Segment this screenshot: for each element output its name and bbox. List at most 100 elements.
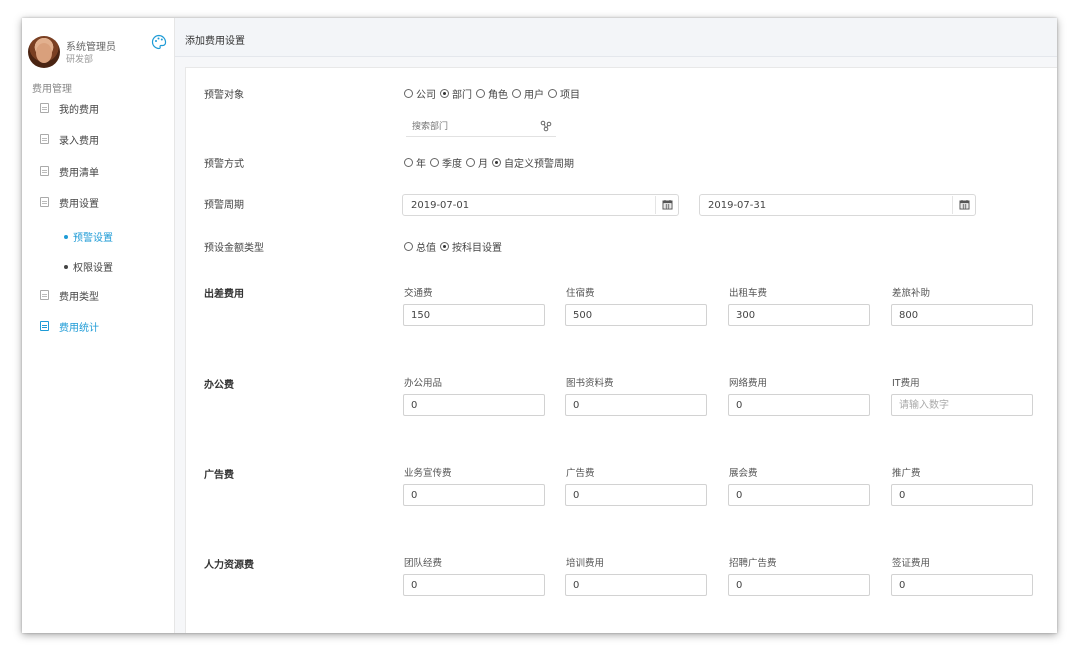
field-label: 团队经费 xyxy=(404,558,443,569)
field-travel-allowance xyxy=(891,304,1033,326)
radio-quarter[interactable]: 季度 xyxy=(430,155,462,170)
calendar-icon[interactable] xyxy=(952,196,975,214)
radio-user[interactable]: 用户 xyxy=(512,86,544,101)
field-label: 推广费 xyxy=(892,468,921,479)
document-icon xyxy=(40,134,49,144)
sidebar: 系统管理员 研发部 费用管理 我的费用 录入费用 费用清单 费用设置 预警设置 xyxy=(22,18,175,633)
radio-circle xyxy=(404,89,413,98)
field-label: 业务宣传费 xyxy=(404,468,452,479)
radio-circle xyxy=(512,89,521,98)
radio-total[interactable]: 总值 xyxy=(404,239,436,254)
department-search xyxy=(406,118,556,137)
field-label: 图书资料费 xyxy=(566,378,614,389)
radio-circle xyxy=(404,242,413,251)
period-end-value: 2019-07-31 xyxy=(708,200,767,211)
sidebar-item-my-expenses[interactable]: 我的费用 xyxy=(22,98,174,118)
period-label: 预警周期 xyxy=(204,200,244,211)
field-input[interactable] xyxy=(736,398,856,412)
radio-year[interactable]: 年 xyxy=(404,155,426,170)
avatar[interactable] xyxy=(28,36,60,68)
group-title-travel: 出差费用 xyxy=(204,289,244,300)
field-label: 展会费 xyxy=(729,468,758,479)
sidebar-item-label: 费用设置 xyxy=(59,198,99,210)
period-start-value: 2019-07-01 xyxy=(411,200,470,211)
field-label: 住宿费 xyxy=(566,288,595,299)
tree-icon[interactable] xyxy=(540,120,552,132)
field-label: 网络费用 xyxy=(729,378,768,389)
group-title-hr: 人力资源费 xyxy=(204,560,254,571)
field-input[interactable] xyxy=(899,398,1019,412)
field-input[interactable] xyxy=(899,308,1019,322)
field-office-supplies xyxy=(403,394,545,416)
field-label: 办公用品 xyxy=(404,378,443,389)
bullet-icon xyxy=(64,234,68,239)
radio-label: 用户 xyxy=(524,90,544,101)
sidebar-item-expense-types[interactable]: 费用类型 xyxy=(22,285,174,305)
field-input[interactable] xyxy=(736,578,856,592)
period-start-date[interactable]: 2019-07-01 xyxy=(402,194,679,216)
field-advertising xyxy=(565,484,707,506)
sidebar-item-label: 录入费用 xyxy=(59,135,99,147)
field-input[interactable] xyxy=(736,308,856,322)
radio-circle-checked xyxy=(492,158,501,167)
radio-project[interactable]: 项目 xyxy=(548,86,580,101)
radio-label: 按科目设置 xyxy=(452,243,502,254)
field-label: 签证费用 xyxy=(892,558,931,569)
user-dept: 研发部 xyxy=(66,55,94,65)
radio-circle xyxy=(404,158,413,167)
sidebar-item-expense-statistics[interactable]: 费用统计 xyxy=(22,316,174,336)
field-taxi xyxy=(728,304,870,326)
page-title: 添加费用设置 xyxy=(185,36,245,47)
field-promotion xyxy=(891,484,1033,506)
app-window: 系统管理员 研发部 费用管理 我的费用 录入费用 费用清单 费用设置 预警设置 xyxy=(22,18,1057,633)
calendar-icon[interactable] xyxy=(655,196,678,214)
radio-department[interactable]: 部门 xyxy=(440,86,472,101)
field-label: IT费用 xyxy=(892,378,920,389)
field-input[interactable] xyxy=(573,398,693,412)
field-input[interactable] xyxy=(899,488,1019,502)
field-input[interactable] xyxy=(573,308,693,322)
field-input[interactable] xyxy=(573,578,693,592)
period-end-date[interactable]: 2019-07-31 xyxy=(699,194,976,216)
field-label: 差旅补助 xyxy=(892,288,931,299)
field-input[interactable] xyxy=(411,308,531,322)
field-training xyxy=(565,574,707,596)
sidebar-subitem-alert-settings[interactable]: 预警设置 xyxy=(64,229,113,244)
radio-label: 项目 xyxy=(560,90,580,101)
sidebar-subitem-permission-settings[interactable]: 权限设置 xyxy=(64,259,113,274)
target-radio-group: 公司 部门 角色 用户 项目 xyxy=(404,86,584,101)
field-input[interactable] xyxy=(411,578,531,592)
form-panel xyxy=(185,67,1057,633)
target-label: 预警对象 xyxy=(204,90,244,101)
field-recruiting xyxy=(728,574,870,596)
field-input[interactable] xyxy=(736,488,856,502)
field-input[interactable] xyxy=(411,488,531,502)
radio-role[interactable]: 角色 xyxy=(476,86,508,101)
sidebar-item-expense-settings[interactable]: 费用设置 xyxy=(22,192,174,212)
sidebar-item-label: 费用统计 xyxy=(59,322,99,334)
sidebar-subitem-label: 权限设置 xyxy=(73,263,113,274)
page-header: 添加费用设置 xyxy=(175,18,1057,57)
sidebar-item-enter-expense[interactable]: 录入费用 xyxy=(22,129,174,149)
sidebar-item-label: 费用类型 xyxy=(59,291,99,303)
sidebar-item-expense-list[interactable]: 费用清单 xyxy=(22,161,174,181)
field-input[interactable] xyxy=(411,398,531,412)
field-input[interactable] xyxy=(573,488,693,502)
radio-company[interactable]: 公司 xyxy=(404,86,436,101)
mode-radio-group: 年 季度 月 自定义预警周期 xyxy=(404,155,578,170)
field-team xyxy=(403,574,545,596)
radio-custom-period[interactable]: 自定义预警周期 xyxy=(492,155,574,170)
radio-label: 角色 xyxy=(488,90,508,101)
radio-circle-checked xyxy=(440,242,449,251)
radio-circle xyxy=(476,89,485,98)
field-business-promo xyxy=(403,484,545,506)
palette-icon[interactable] xyxy=(151,34,167,50)
department-search-input[interactable] xyxy=(410,118,524,136)
field-input[interactable] xyxy=(899,578,1019,592)
amount-type-radio-group: 总值 按科目设置 xyxy=(404,239,506,254)
radio-month[interactable]: 月 xyxy=(466,155,488,170)
group-title-advertising: 广告费 xyxy=(204,470,234,481)
document-icon xyxy=(40,103,49,113)
field-visa xyxy=(891,574,1033,596)
radio-by-subject[interactable]: 按科目设置 xyxy=(440,239,502,254)
